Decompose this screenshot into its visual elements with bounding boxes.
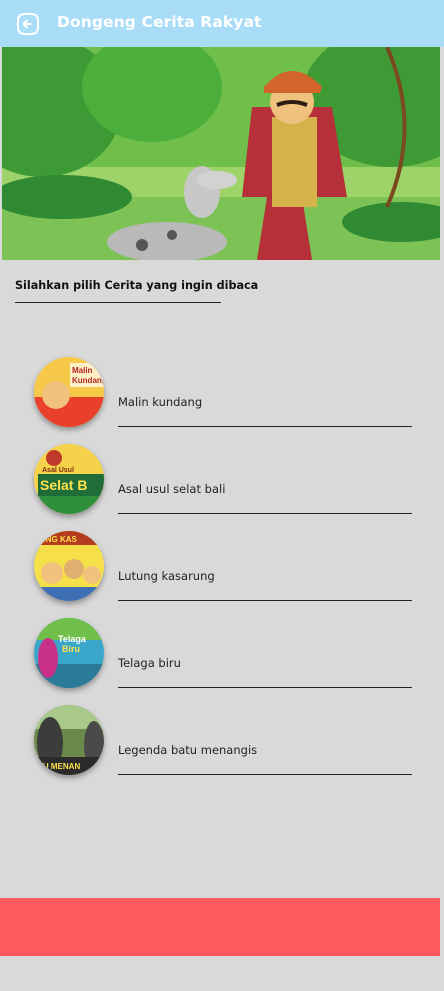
app-bar: Dongeng Cerita Rakyat xyxy=(0,0,444,47)
story-divider xyxy=(118,687,412,688)
svg-text:Telaga: Telaga xyxy=(58,634,87,644)
story-divider xyxy=(118,426,412,427)
list-item-malin-kundang[interactable]: Malin Kundang Malin kundang xyxy=(0,355,444,435)
story-thumbnail: UNG KAS xyxy=(34,531,104,601)
story-label: Telaga biru xyxy=(118,656,181,670)
svg-text:Biru: Biru xyxy=(62,644,80,654)
hero-illustration xyxy=(2,47,440,260)
story-thumbnail: Asal Usul Selat B xyxy=(34,444,104,514)
story-divider xyxy=(118,600,412,601)
list-item-lutung-kasarung[interactable]: UNG KAS Lutung kasarung xyxy=(0,529,444,609)
story-label: Legenda batu menangis xyxy=(118,743,258,757)
svg-text:Kundang: Kundang xyxy=(72,376,104,385)
choose-story-prompt: Silahkan pilih Cerita yang ingin dibaca xyxy=(15,279,259,292)
svg-text:UNG KAS: UNG KAS xyxy=(40,535,78,544)
svg-text:Malin: Malin xyxy=(72,366,93,375)
list-item-asal-usul-selat-bali[interactable]: Asal Usul Selat B Asal usul selat bali xyxy=(0,442,444,522)
story-divider xyxy=(118,774,412,775)
story-label: Malin kundang xyxy=(118,395,203,409)
back-button[interactable] xyxy=(16,12,40,36)
story-thumbnail: TU MENAN xyxy=(34,705,104,775)
footer-bar xyxy=(0,898,440,956)
story-divider xyxy=(118,513,412,514)
svg-text:Selat B: Selat B xyxy=(40,477,87,493)
page-title: Dongeng Cerita Rakyat xyxy=(57,13,262,31)
list-item-legenda-batu-menangis[interactable]: TU MENAN Legenda batu menangis xyxy=(0,703,444,783)
list-item-telaga-biru[interactable]: Telaga Biru Telaga biru xyxy=(0,616,444,696)
story-label: Asal usul selat bali xyxy=(118,482,226,496)
story-label: Lutung kasarung xyxy=(118,569,215,583)
svg-text:Asal Usul: Asal Usul xyxy=(42,467,74,474)
story-thumbnail: Malin Kundang xyxy=(34,357,104,427)
back-arrow-icon xyxy=(17,13,39,35)
story-thumbnail: Telaga Biru xyxy=(34,618,104,688)
prompt-underline xyxy=(15,302,221,303)
svg-text:TU MENAN: TU MENAN xyxy=(38,762,80,771)
